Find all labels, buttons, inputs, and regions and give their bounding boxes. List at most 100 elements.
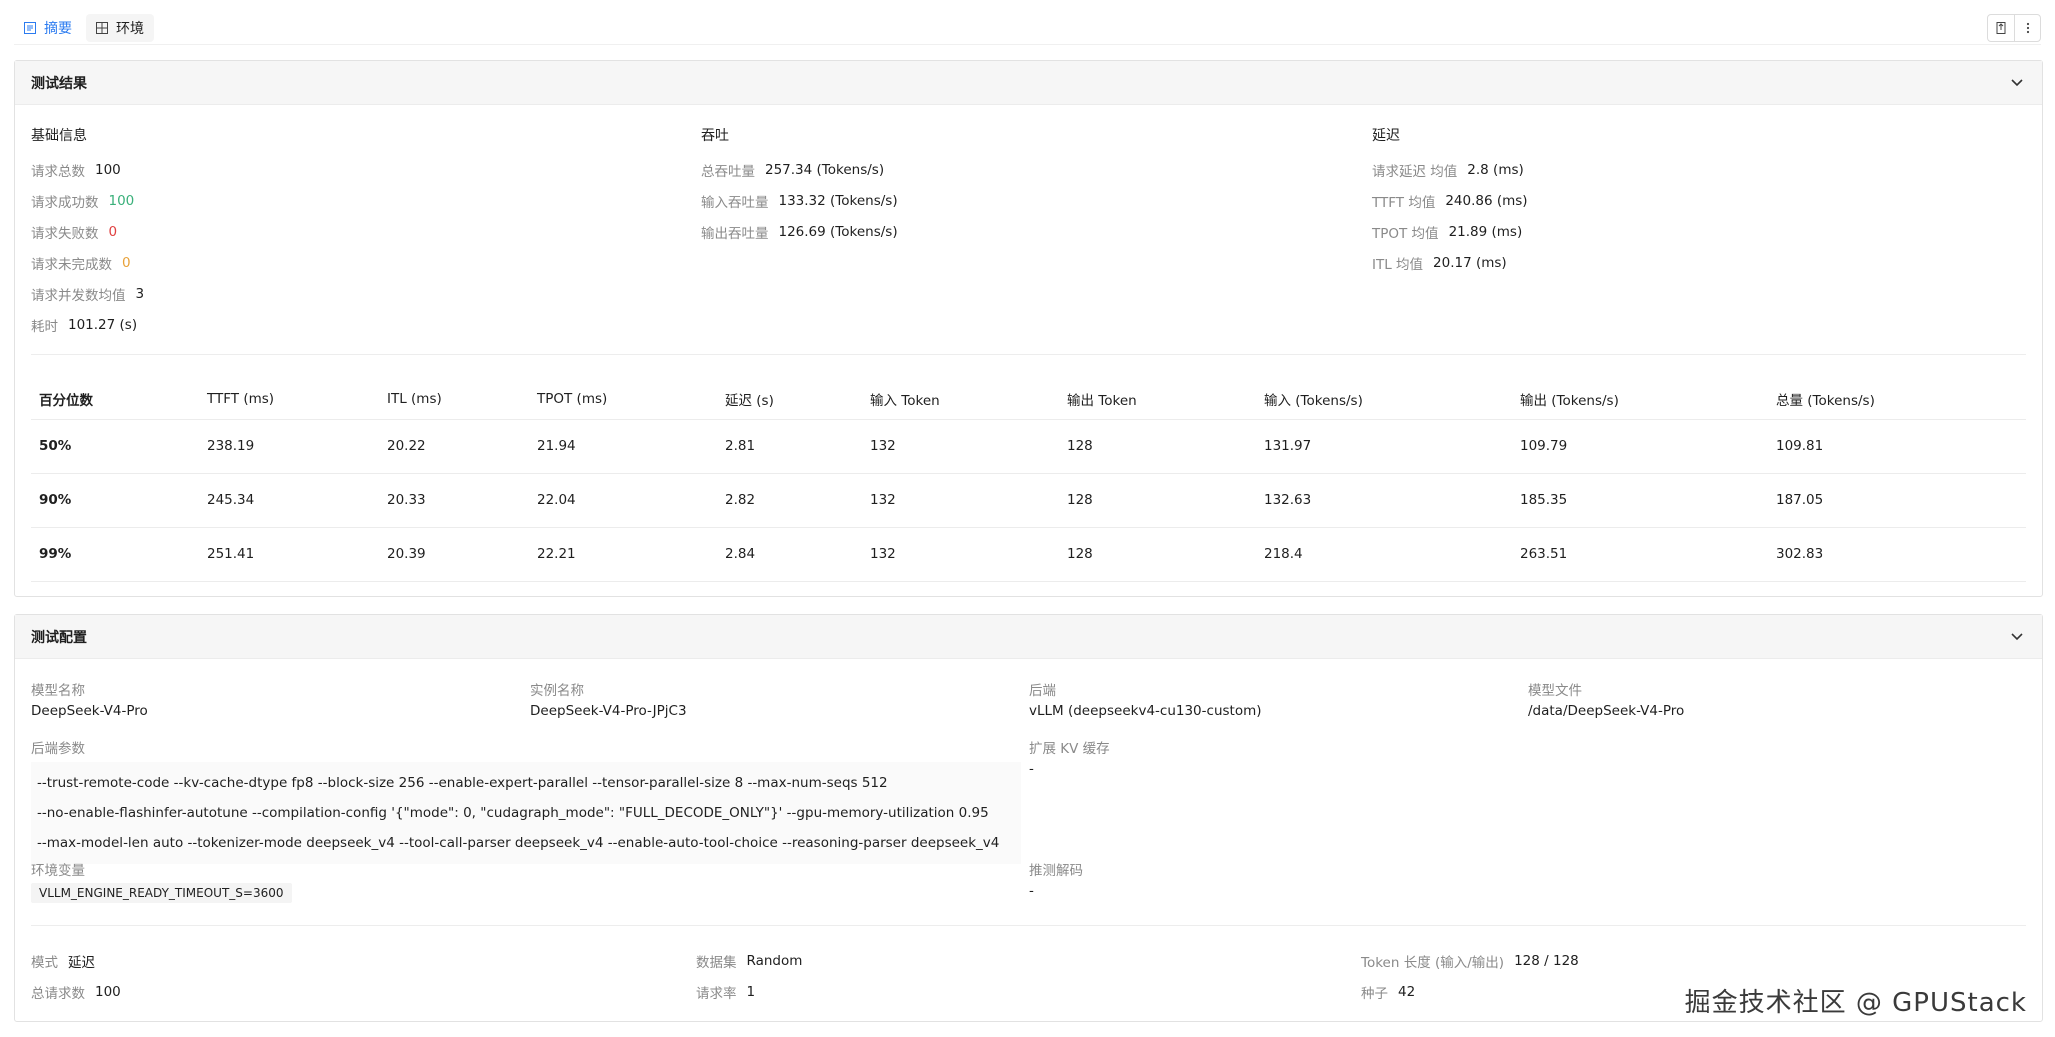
throughput-heading: 吞吐 [701,128,729,144]
col-header: 百分位数 [31,379,199,420]
total-requests-value: 100 [95,983,121,1000]
table-cell: 20.33 [379,473,529,528]
instance-name-field: 实例名称 DeepSeek-V4-Pro-JPjC3 [530,679,687,723]
backend-args-box: --trust-remote-code --kv-cache-dtype fp8… [31,762,1021,864]
tab-summary[interactable]: 摘要 [14,14,82,42]
table-cell: 251.41 [199,527,379,582]
stat-label: 输出吞吐量 [701,225,769,242]
table-cell: 132 [862,419,1059,474]
stat-value: 3 [135,285,145,302]
collapse-results-button[interactable] [2008,74,2026,92]
dataset-value: Random [746,952,803,969]
stat-failed-requests: 请求失败数 0 [31,216,144,247]
table-cell: 20.39 [379,527,529,582]
table-row: 90% 245.34 20.33 22.04 2.82 132 128 132.… [31,473,2026,528]
stat-label: 请求未完成数 [31,256,112,273]
table-cell: 132.63 [1256,473,1512,528]
col-header: 总量 (Tokens/s) [1768,379,2026,420]
env-vars-field: 环境变量 VLLM_ENGINE_READY_TIMEOUT_S=3600 [31,859,292,903]
mode-field: 模式 延迟 [31,945,95,976]
chevron-down-icon [2011,78,2023,86]
backend-label: 后端 [1029,683,1056,699]
table-cell: 128 [1059,419,1256,474]
percentile-table: 百分位数 TTFT (ms) ITL (ms) TPOT (ms) 延迟 (s)… [31,379,2026,582]
chevron-down-icon [2011,632,2023,640]
instance-name-value: DeepSeek-V4-Pro-JPjC3 [530,703,687,719]
more-vertical-icon [2026,22,2029,34]
stat-value: 100 [108,192,135,209]
stat-value: 101.27 (s) [68,316,138,333]
table-cell: 131.97 [1256,419,1512,474]
test-results-title: 测试结果 [31,75,87,92]
table-cell: 238.19 [199,419,379,474]
seed-label: 种子 [1361,985,1388,1002]
test-config-header[interactable]: 测试配置 [15,615,2042,659]
stat-value: 0 [108,223,118,240]
stat-label: 总吞吐量 [701,163,755,180]
spec-decode-value: - [1029,883,1034,899]
env-vars-label: 环境变量 [31,863,85,879]
seed-value: 42 [1398,983,1416,1000]
test-results-header[interactable]: 测试结果 [15,61,2042,105]
total-requests-label: 总请求数 [31,985,85,1002]
tab-environment[interactable]: 环境 [86,14,154,42]
table-cell: 218.4 [1256,527,1512,582]
stat-value: 0 [122,254,131,271]
col-header: TPOT (ms) [529,379,717,420]
collapse-config-button[interactable] [2008,628,2026,646]
request-rate-value: 1 [746,983,756,1000]
stat-itl-mean: ITL 均值 20.17 (ms) [1372,247,1528,278]
top-bar: 摘要 环境 [14,14,2041,44]
stat-value: 133.32 (Tokens/s) [778,192,898,209]
table-cell: 109.79 [1512,419,1768,474]
stat-label: TPOT 均值 [1372,225,1439,242]
export-icon [1996,22,2006,34]
table-row: 50% 238.19 20.22 21.94 2.81 132 128 131.… [31,419,2026,474]
table-cell: 20.22 [379,419,529,474]
table-header-row: 百分位数 TTFT (ms) ITL (ms) TPOT (ms) 延迟 (s)… [31,379,2026,420]
export-button[interactable] [1988,15,2014,41]
model-name-field: 模型名称 DeepSeek-V4-Pro [31,679,148,723]
more-button[interactable] [2014,15,2040,41]
table-cell: 90% [31,473,199,528]
dataset-field: 数据集 Random [696,945,802,976]
throughput-section: 吞吐 总吞吐量 257.34 (Tokens/s) 输入吞吐量 133.32 (To… [701,125,898,247]
test-results-panel: 测试结果 基础信息 请求总数 100 请求成功数 100 请求失败数 0 请求未完成数… [14,60,2043,597]
table-cell: 187.05 [1768,473,2026,528]
table-cell: 21.94 [529,419,717,474]
table-cell: 50% [31,419,199,474]
stat-total-requests: 请求总数 100 [31,154,144,185]
spec-decode-label: 推测解码 [1029,863,1083,879]
table-cell: 132 [862,527,1059,582]
token-length-field: Token 长度 (输入/输出) 128 / 128 [1361,945,1579,976]
stat-ttft-mean: TTFT 均值 240.86 (ms) [1372,185,1528,216]
top-divider [14,44,2041,45]
stat-duration: 耗时 101.27 (s) [31,309,144,340]
stat-value: 240.86 (ms) [1445,192,1528,209]
mode-value: 延迟 [68,954,95,971]
stat-total-throughput: 总吞吐量 257.34 (Tokens/s) [701,154,898,185]
table-cell: 128 [1059,473,1256,528]
col-header: TTFT (ms) [199,379,379,420]
backend-field: 后端 vLLM (deepseekv4-cu130-custom) [1029,679,1262,723]
backend-args-line: --trust-remote-code --kv-cache-dtype fp8… [37,775,888,791]
table-cell: 99% [31,527,199,582]
kv-cache-label: 扩展 KV 缓存 [1029,741,1110,757]
table-cell: 2.82 [717,473,862,528]
stat-label: TTFT 均值 [1372,194,1436,211]
stat-value: 21.89 (ms) [1448,223,1523,240]
test-config-title: 测试配置 [31,629,87,646]
toolbar-actions [1987,14,2041,42]
table-row: 99% 251.41 20.39 22.21 2.84 132 128 218.… [31,527,2026,582]
table-cell: 22.04 [529,473,717,528]
spec-decode-field: 推测解码 - [1029,859,1083,903]
model-name-value: DeepSeek-V4-Pro [31,703,148,719]
stat-input-throughput: 输入吞吐量 133.32 (Tokens/s) [701,185,898,216]
table-cell: 22.21 [529,527,717,582]
stat-label: 请求失败数 [31,225,99,242]
latency-heading: 延迟 [1372,128,1400,144]
stat-output-throughput: 输出吞吐量 126.69 (Tokens/s) [701,216,898,247]
stat-value: 20.17 (ms) [1433,254,1507,271]
mode-label: 模式 [31,954,58,971]
table-cell: 245.34 [199,473,379,528]
